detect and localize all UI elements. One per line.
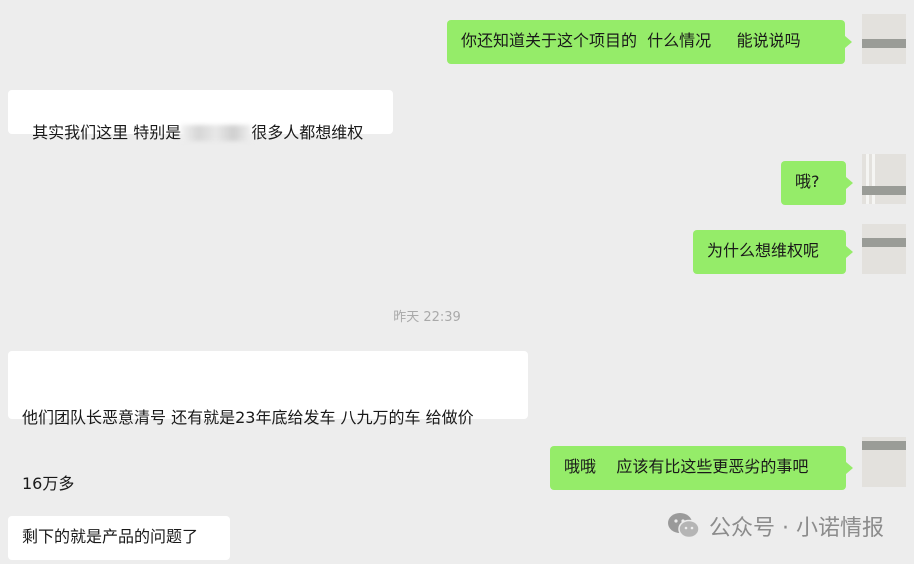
timestamp: 昨天 22:39 bbox=[393, 310, 461, 325]
watermark: 公众号 · 小诺情报 bbox=[667, 510, 884, 542]
message-bubble-outgoing[interactable]: 为什么想维权呢 bbox=[693, 230, 846, 274]
bubble-tail bbox=[846, 246, 853, 258]
watermark-text: 公众号 · 小诺情报 bbox=[709, 516, 884, 541]
message-text-line: 16万多 bbox=[22, 474, 75, 493]
message-bubble-outgoing[interactable]: 哦? bbox=[781, 161, 846, 205]
message-text: 很多人都想维权 bbox=[251, 123, 364, 142]
message-bubble-outgoing[interactable]: 哦哦 应该有比这些更恶劣的事吧 bbox=[550, 446, 846, 490]
message-bubble-incoming[interactable]: 其实我们这里 特别是 很多人都想维权 bbox=[8, 90, 393, 142]
message-text-line: 他们团队长恶意清号 还有就是23年底给发车 八九万的车 给做价 bbox=[22, 408, 474, 427]
avatar-self[interactable] bbox=[862, 154, 906, 204]
message-bubble-incoming[interactable]: 剩下的就是产品的问题了 bbox=[8, 516, 230, 560]
bubble-tail bbox=[846, 177, 853, 189]
message-bubble-outgoing[interactable]: 你还知道关于这个项目的 什么情况 能说说吗 bbox=[447, 20, 845, 64]
bubble-tail bbox=[846, 462, 853, 474]
avatar-self[interactable] bbox=[862, 224, 906, 274]
redacted-text bbox=[181, 125, 252, 141]
avatar-self[interactable] bbox=[862, 14, 906, 64]
wechat-icon bbox=[667, 512, 701, 540]
message-bubble-incoming[interactable]: 他们团队长恶意清号 还有就是23年底给发车 八九万的车 给做价 16万多 bbox=[8, 351, 528, 493]
bubble-tail bbox=[845, 36, 852, 48]
avatar-self[interactable] bbox=[862, 437, 906, 487]
message-text: 其实我们这里 特别是 bbox=[32, 123, 182, 142]
